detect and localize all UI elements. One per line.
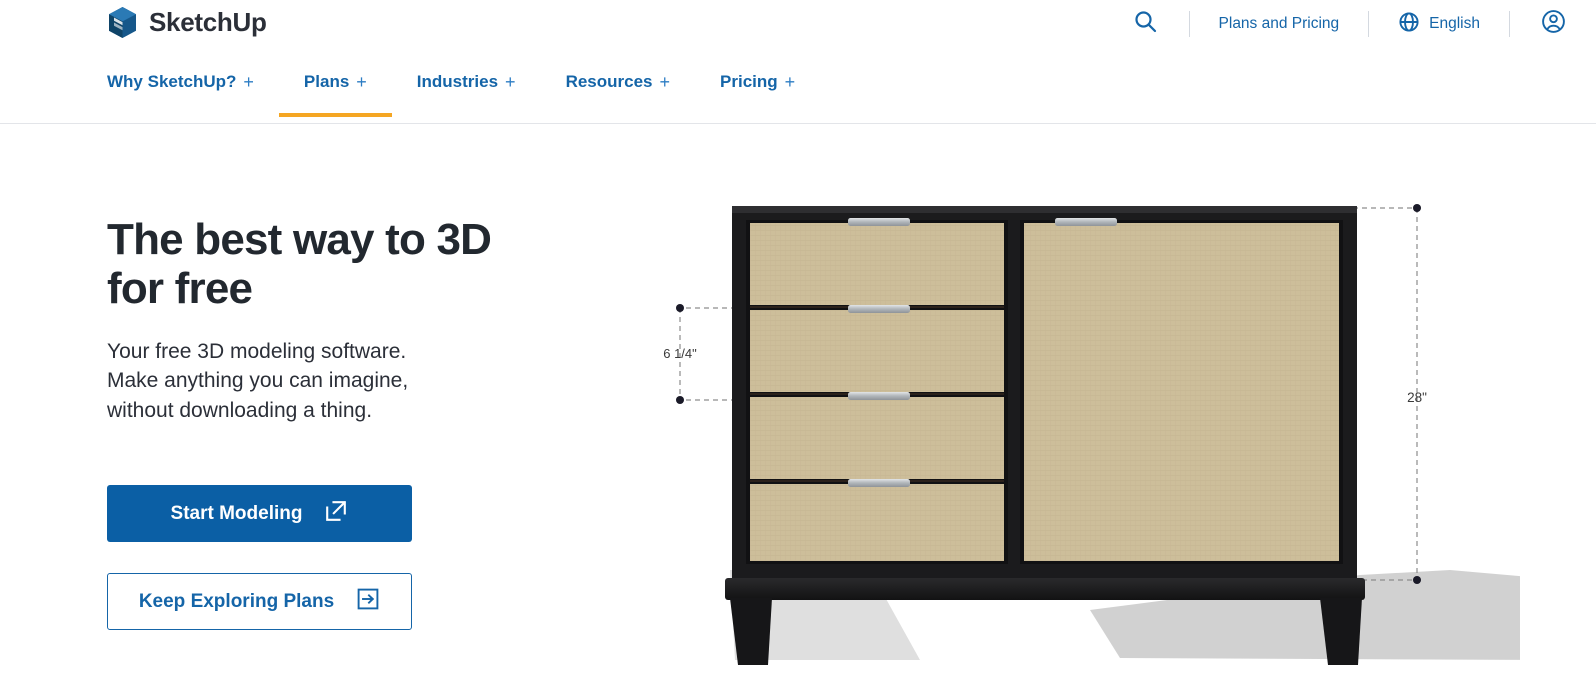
nav-item-plans[interactable]: Plans + [278,48,392,117]
drawer-panel-1 [750,223,1004,305]
hero-subtitle: Your free 3D modeling software. Make any… [107,337,577,426]
page-title: The best way to 3D for free [107,215,577,314]
sketchup-logo-icon [107,6,138,39]
nav-item-industries[interactable]: Industries + [392,48,541,116]
keep-exploring-plans-button[interactable]: Keep Exploring Plans [107,573,412,630]
utility-divider-3 [1509,11,1510,37]
external-link-icon [324,499,348,529]
keep-exploring-plans-label: Keep Exploring Plans [138,590,335,612]
door-handle [1055,218,1117,226]
nav-label-plans: Plans [303,72,350,91]
utility-links: Plans and Pricing English [1103,0,1596,48]
account-button[interactable] [1511,0,1596,48]
start-modeling-label: Start Modeling [170,502,303,524]
chevron-plus-icon: + [243,71,254,92]
hero-title-line-1: The best way to 3D [107,215,492,264]
nav-list: Why SketchUp? + Plans + Industries + Res… [107,48,820,124]
nav-item-pricing[interactable]: Pricing + [695,48,820,116]
plans-and-pricing-label: Plans and Pricing [1218,15,1340,32]
language-selector[interactable]: English [1370,0,1508,48]
nav-label-why-sketchup: Why SketchUp? [107,72,237,91]
arrow-right-box-icon [356,587,380,617]
top-utility-bar: SketchUp Plans and Pricing English [0,0,1596,48]
start-modeling-button[interactable]: Start Modeling [107,485,412,542]
nav-item-resources[interactable]: Resources + [541,48,695,116]
utility-divider-1 [1188,11,1190,37]
brand-name: SketchUp [149,7,267,37]
dimension-endpoint [676,396,684,404]
globe-icon [1398,11,1420,38]
hero-3d-model-image: 28" 6 1/4" [620,140,1596,692]
chevron-plus-icon: + [356,71,367,92]
dimension-left-label: 6 1/4" [663,346,697,361]
plans-and-pricing-link[interactable]: Plans and Pricing [1191,0,1368,48]
search-button[interactable] [1103,0,1188,48]
dimension-endpoint [676,304,684,312]
nav-label-resources: Resources [565,72,653,91]
drawer-panel-3 [750,397,1004,479]
base-rail [725,578,1365,600]
chevron-plus-icon: + [784,71,796,92]
door-panel [1024,223,1339,561]
nav-label-pricing: Pricing [720,72,778,91]
account-icon [1541,9,1566,39]
language-label: English [1429,15,1480,32]
brand-logo-link[interactable]: SketchUp [107,6,267,39]
nav-label-industries: Industries [416,72,499,91]
drawer-panel-4 [750,484,1004,561]
main-navigation: Why SketchUp? + Plans + Industries + Res… [0,48,1596,124]
search-icon [1133,9,1158,39]
dimension-right-label: 28" [1407,390,1427,405]
hero-sub-line-1: Your free 3D modeling software. [107,339,407,363]
hero-title-line-2: for free [107,264,253,314]
chevron-plus-icon: + [505,71,516,92]
hero-sub-line-3: without downloading a thing. [107,399,373,423]
hero-text-block: The best way to 3D for free Your free 3D… [107,215,577,426]
chevron-plus-icon: + [659,71,671,92]
dimension-endpoint [1413,576,1421,584]
hero-button-group: Start Modeling Keep Exploring Plans [107,485,412,630]
dimension-endpoint [1413,204,1421,212]
utility-divider-2 [1368,11,1370,37]
nav-item-why-sketchup[interactable]: Why SketchUp? + [107,48,279,116]
drawer-panel-2 [750,310,1004,392]
hero-sub-line-2: Make anything you can imagine, [107,369,409,393]
cabinet-body [725,206,1365,600]
